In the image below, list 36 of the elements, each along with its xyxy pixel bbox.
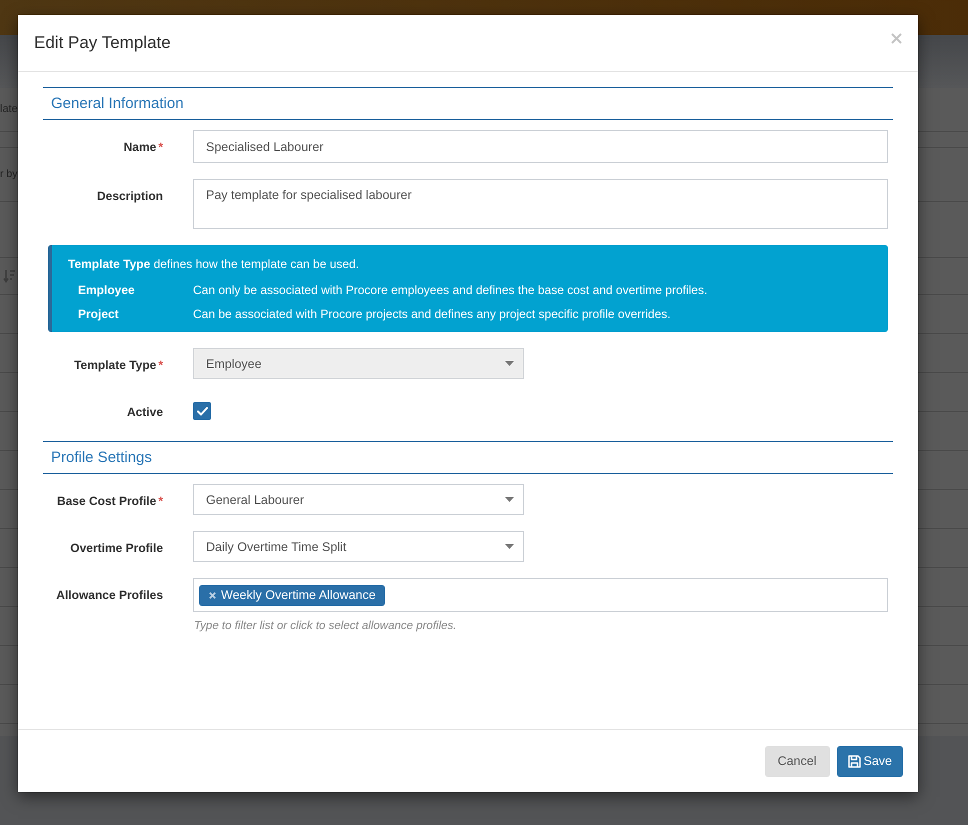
select-field[interactable]: General Labourer — [193, 484, 524, 515]
dialog-title: Edit Pay Template — [34, 32, 171, 54]
definition-text: Can be associated with Procore projects and defines any project specific profile overrides. — [193, 306, 672, 322]
tag-chip[interactable]: Weekly Overtime Allowance — [199, 584, 385, 606]
hint-text: Type to filter list or click to select allowance profiles. — [194, 619, 458, 633]
field-label: Active — [126, 405, 163, 419]
caret-icon — [505, 544, 514, 549]
info-heading: Template Type defines how the template can be used. — [68, 256, 360, 272]
save-icon — [848, 754, 860, 768]
close-icon — [891, 33, 902, 44]
text-field[interactable]: Specialised Labourer — [193, 130, 888, 163]
field-label: Allowance Profiles — [56, 588, 163, 602]
caret-icon — [505, 497, 514, 502]
required-mark: * — [158, 140, 163, 154]
field-label: Overtime Profile — [70, 541, 163, 555]
section-title: Profile Settings — [51, 448, 152, 466]
field-label: Name — [124, 140, 156, 154]
required-mark: * — [158, 358, 163, 372]
sort-icon — [3, 269, 15, 283]
tag-input-field[interactable]: Weekly Overtime Allowance — [193, 578, 888, 612]
field-label: Description — [96, 189, 163, 203]
field-label: Template Type — [74, 358, 156, 372]
field-label: Base Cost Profile — [56, 494, 156, 508]
select-field[interactable]: Daily Overtime Time Split — [193, 531, 524, 562]
definition-term: Project — [78, 306, 120, 322]
x-icon — [209, 592, 216, 598]
section-title: General Information — [51, 94, 184, 112]
caret-icon — [505, 361, 514, 366]
checkbox[interactable] — [193, 402, 211, 420]
definition-term: Employee — [78, 282, 136, 298]
textarea-field[interactable]: Pay template for specialised labourer — [193, 179, 888, 229]
save-button[interactable]: Save — [836, 746, 903, 776]
check-icon — [196, 406, 208, 416]
required-mark: * — [158, 494, 163, 508]
definition-text: Can only be associated with Procore employees and defines the base cost and overtime profiles. — [193, 282, 708, 298]
cancel-button[interactable]: Cancel — [764, 746, 830, 776]
